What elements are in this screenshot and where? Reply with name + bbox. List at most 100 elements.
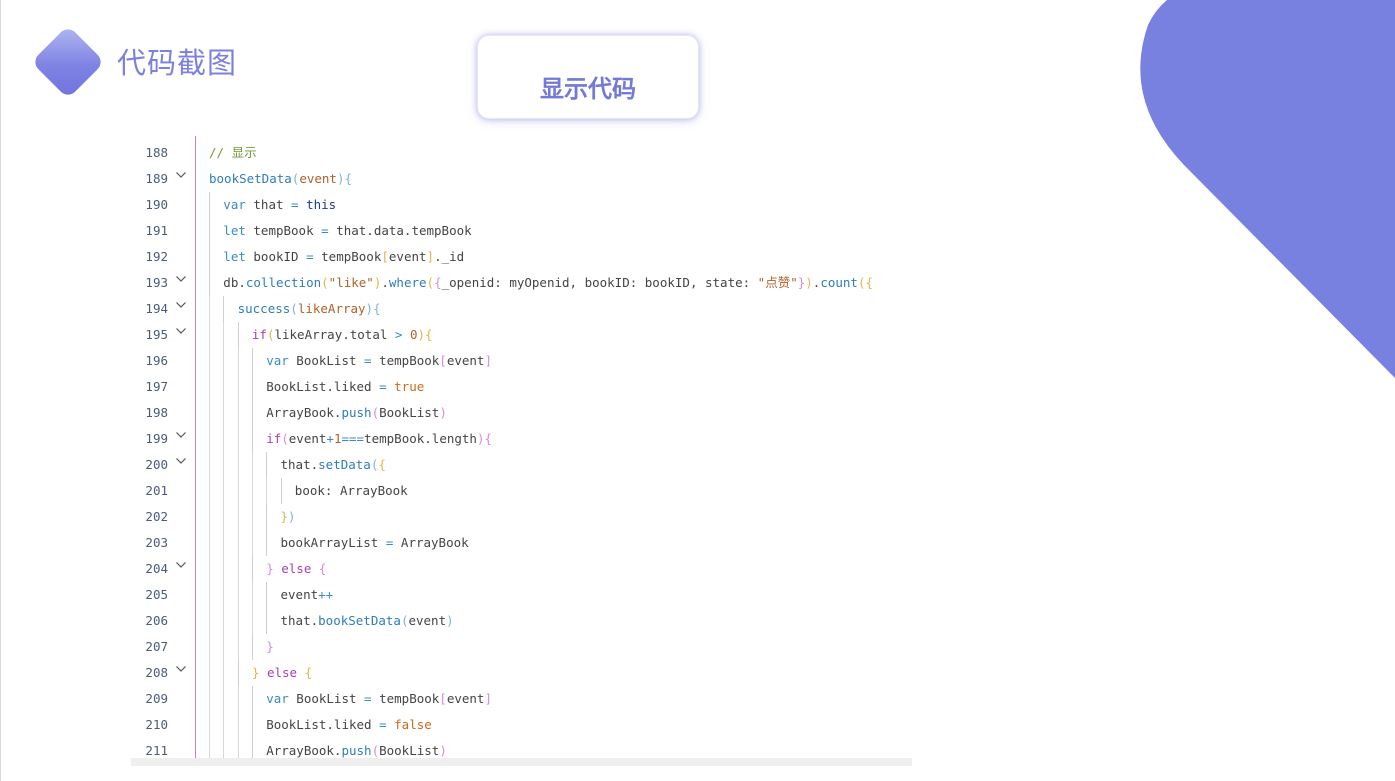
indent-guide [223, 556, 225, 582]
indent-guide [266, 530, 268, 556]
code-token: BookList [379, 405, 440, 420]
code-line: 193 db.collection("like").where({_openid:… [131, 270, 912, 296]
indent-guide [251, 426, 253, 452]
line-number: 191 [145, 223, 168, 238]
code-token: = [291, 197, 299, 212]
indent-guide [266, 478, 268, 504]
code-text: var that = this [223, 192, 336, 218]
chevron-down-icon[interactable] [174, 166, 188, 192]
code-token: db. [223, 275, 246, 290]
indent-guide [209, 634, 210, 660]
code-token: likeArray [297, 301, 366, 316]
indent-guide [237, 478, 239, 504]
indent-guide [223, 452, 225, 478]
code-token: ) [805, 275, 813, 290]
chevron-down-icon[interactable] [174, 270, 188, 296]
indent-guide [251, 712, 253, 738]
code-token: that [245, 197, 292, 212]
indent-guide [223, 348, 225, 374]
indent-guide [223, 504, 225, 530]
code-token: collection [245, 275, 322, 290]
indent-guide [251, 478, 253, 504]
code-token: { [344, 171, 353, 186]
code-text: } else { [252, 660, 312, 686]
code-text: if(likeArray.total > 0){ [252, 322, 433, 348]
code-token: bookSetData [318, 613, 401, 628]
line-number: 196 [145, 353, 168, 368]
code-token: + [326, 431, 334, 446]
code-token: . [381, 275, 389, 290]
diamond-logo-icon [31, 25, 105, 99]
chevron-down-icon[interactable] [174, 426, 188, 452]
chevron-down-icon[interactable] [174, 660, 188, 686]
code-token: ) [288, 509, 296, 524]
show-code-button[interactable]: 显示代码 [477, 35, 699, 119]
code-token: bookID [245, 249, 307, 264]
code-token: "like" [328, 275, 374, 290]
code-token: tempBook [371, 691, 440, 706]
code-token: event [446, 691, 485, 706]
code-token: // 显示 [209, 145, 257, 160]
line-number: 189 [145, 171, 168, 186]
code-token: setData [318, 457, 371, 472]
indent-guide [209, 244, 210, 270]
line-number: 190 [145, 197, 168, 212]
indent-guide [251, 686, 253, 712]
code-token: tempBook [245, 223, 322, 238]
indent-guide [237, 634, 239, 660]
code-token: ) [417, 327, 426, 342]
code-line: 205 event++ [131, 582, 912, 608]
code-token: if [251, 327, 267, 342]
indent-guide [237, 582, 239, 608]
code-text: if(event+1===tempBook.length){ [266, 426, 492, 452]
code-token: _openid: myOpenid, bookID: bookID, state… [441, 275, 758, 290]
code-token: { [865, 275, 874, 290]
code-token: ArrayBook. [266, 743, 342, 758]
code-line: 208 } else { [131, 660, 912, 686]
code-token: ) [446, 613, 454, 628]
code-token: event [446, 353, 485, 368]
code-token: BookList.liked [266, 379, 380, 394]
code-text: event++ [281, 582, 334, 608]
code-token: that. [280, 457, 319, 472]
indent-guide [223, 322, 225, 348]
code-token: } [266, 639, 274, 654]
code-token: count [820, 275, 858, 290]
code-token: [ [439, 691, 447, 706]
indent-guide [223, 426, 225, 452]
indent-guide [223, 634, 225, 660]
code-token: where [388, 275, 427, 290]
indent-guide [209, 660, 210, 686]
chevron-down-icon[interactable] [174, 452, 188, 478]
indent-guide [237, 530, 239, 556]
code-token: tempBook.length [364, 431, 477, 446]
page-title: 代码截图 [117, 46, 238, 80]
chevron-down-icon[interactable] [174, 322, 188, 348]
code-token: tempBook [313, 249, 382, 264]
horizontal-scrollbar[interactable] [131, 758, 912, 766]
code-text: bookArrayList = ArrayBook [281, 530, 469, 556]
line-number: 208 [145, 665, 168, 680]
code-token: likeArray.total [274, 327, 395, 342]
code-token: ] [484, 691, 492, 706]
indent-guide [209, 686, 210, 712]
indent-guide [209, 426, 210, 452]
indent-guide [209, 322, 210, 348]
code-token: this [306, 197, 337, 212]
chevron-down-icon[interactable] [174, 296, 188, 322]
line-number: 203 [145, 535, 168, 550]
code-token: = [364, 353, 372, 368]
line-number: 204 [145, 561, 168, 576]
code-token: { [484, 431, 493, 446]
code-token: ) [439, 405, 447, 420]
code-text: db.collection("like").where({_openid: my… [223, 270, 873, 296]
chevron-down-icon[interactable] [174, 556, 188, 582]
show-code-button-label: 显示代码 [540, 74, 636, 103]
code-editor[interactable]: 188// 显示 189 bookSetData(event){190 var tha… [131, 136, 912, 766]
code-token: let [223, 223, 246, 238]
code-token: BookList [288, 353, 365, 368]
indent-guide [237, 556, 239, 582]
code-token: else [281, 561, 312, 576]
code-token: event [408, 613, 447, 628]
